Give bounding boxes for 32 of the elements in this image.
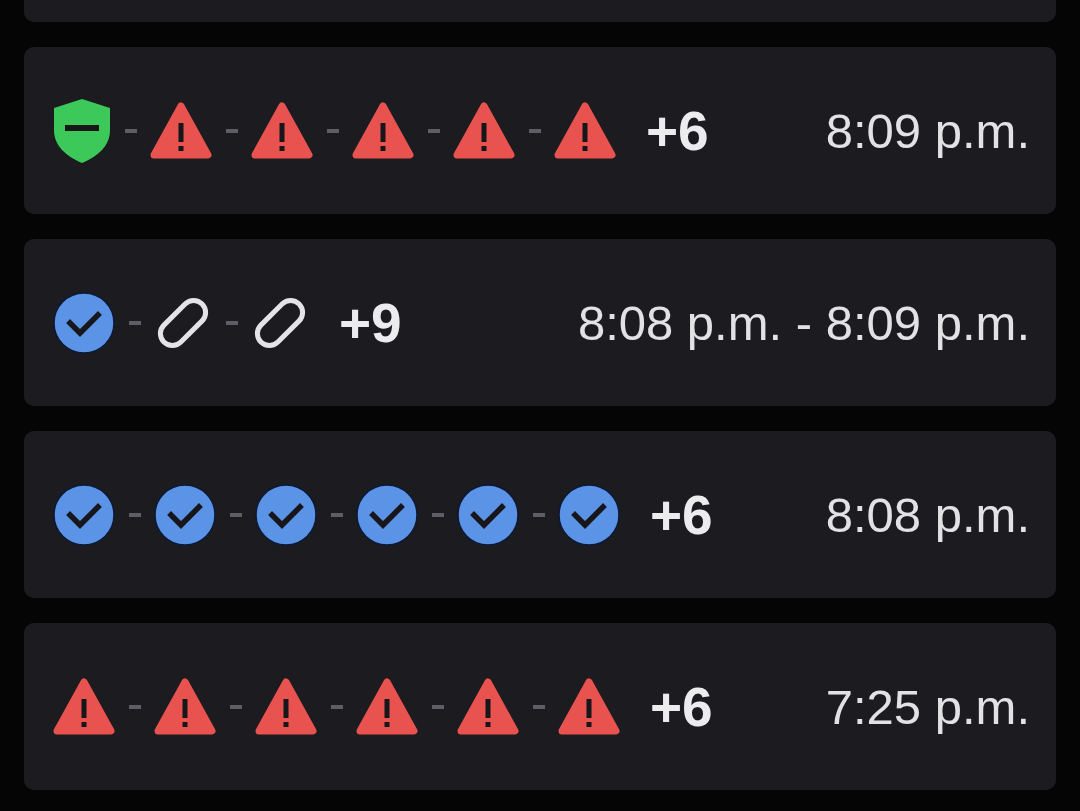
shield-minus-icon	[53, 97, 111, 164]
warning-icon	[352, 101, 414, 160]
check-circle-icon	[53, 483, 115, 546]
warning-icon	[53, 677, 115, 736]
warning-icon	[255, 677, 317, 736]
warning-icon	[251, 101, 313, 160]
event-card[interactable]: +9 8:08 p.m. - 8:09 p.m.	[24, 239, 1056, 406]
event-card[interactable]: +6 8:09 p.m.	[24, 47, 1056, 214]
warning-icon	[453, 101, 515, 160]
event-card[interactable]: +6 8:08 p.m.	[24, 431, 1056, 598]
warning-icon	[150, 101, 212, 160]
more-count: +6	[646, 98, 709, 163]
warning-icon	[356, 677, 418, 736]
event-card[interactable]: +6 7:25 p.m.	[24, 623, 1056, 790]
more-count: +6	[650, 674, 713, 739]
event-time: 8:08 p.m.	[825, 486, 1030, 543]
check-circle-icon	[154, 483, 216, 546]
more-count: +9	[339, 290, 402, 355]
warning-icon	[554, 101, 616, 160]
check-circle-icon	[356, 483, 418, 546]
warning-icon	[558, 677, 620, 736]
check-circle-icon	[53, 291, 115, 354]
check-circle-icon	[558, 483, 620, 546]
warning-icon	[457, 677, 519, 736]
event-time: 8:08 p.m. - 8:09 p.m.	[577, 294, 1030, 351]
check-circle-icon	[255, 483, 317, 546]
event-time: 8:09 p.m.	[825, 102, 1030, 159]
more-count: +6	[650, 482, 713, 547]
event-card[interactable]	[24, 0, 1056, 22]
check-circle-icon	[457, 483, 519, 546]
warning-icon	[154, 677, 216, 736]
event-time: 7:25 p.m.	[825, 678, 1030, 735]
